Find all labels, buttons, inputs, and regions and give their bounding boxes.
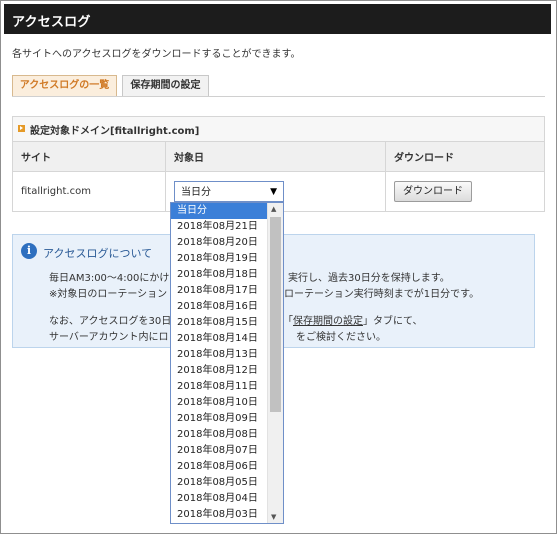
info-line-2-right: ローテーション実行時刻までが1日分です。 <box>284 289 480 300</box>
dropdown-option[interactable]: 2018年08月13日 <box>171 347 267 363</box>
date-select-value: 当日分 <box>181 187 211 198</box>
info-icon: i <box>21 243 37 259</box>
dropdown-option[interactable]: 2018年08月04日 <box>171 491 267 507</box>
dropdown-option[interactable]: 2018年08月16日 <box>171 299 267 315</box>
download-cell: ダウンロード <box>386 172 545 212</box>
info-heading: アクセスログについて <box>43 247 153 260</box>
arrow-bullet-icon <box>18 125 25 132</box>
column-header-site: サイト <box>13 142 166 172</box>
scroll-down-icon[interactable]: ▼ <box>271 513 276 521</box>
page-header: アクセスログ <box>4 4 551 34</box>
date-dropdown-list[interactable]: 当日分 2018年08月21日 2018年08月20日 2018年08月19日 2018… <box>170 202 284 524</box>
dropdown-option[interactable]: 当日分 <box>171 203 267 219</box>
download-button[interactable]: ダウンロード <box>394 181 472 202</box>
site-cell: fitallright.com <box>13 171 166 211</box>
page-title: アクセスログ <box>12 15 91 30</box>
info-line-4: サーバーアカウント内にロ <box>49 332 169 343</box>
scrollbar-thumb[interactable] <box>270 217 281 412</box>
retention-settings-link[interactable]: 保存期間の設定 <box>293 316 363 327</box>
dropdown-option[interactable]: 2018年08月03日 <box>171 507 267 523</box>
dropdown-option[interactable]: 2018年08月09日 <box>171 411 267 427</box>
dropdown-option[interactable]: 2018年08月06日 <box>171 459 267 475</box>
domain-panel: 設定対象ドメイン[fitallright.com] サイト 対象日 ダウンロード… <box>12 116 545 212</box>
dropdown-option[interactable]: 2018年08月19日 <box>171 251 267 267</box>
dropdown-option[interactable]: 2018年08月15日 <box>171 315 267 331</box>
page-description: 各サイトへのアクセスログをダウンロードすることができます。 <box>12 49 301 60</box>
info-line-3: なお、アクセスログを30日 <box>49 316 172 327</box>
panel-header: 設定対象ドメイン[fitallright.com] <box>13 117 544 142</box>
info-line-3-tail: 」タブにて、 <box>363 316 423 327</box>
info-line-1: 毎日AM3:00～4:00にかけ <box>49 269 169 284</box>
column-header-download: ダウンロード <box>385 142 544 172</box>
table-header-row: サイト 対象日 ダウンロード <box>13 142 544 172</box>
dropdown-option[interactable]: 2018年08月21日 <box>171 219 267 235</box>
dropdown-option[interactable]: 2018年08月05日 <box>171 475 267 491</box>
dropdown-options: 当日分 2018年08月21日 2018年08月20日 2018年08月19日 2018… <box>171 203 267 523</box>
dropdown-option[interactable]: 2018年08月07日 <box>171 443 267 459</box>
log-table: サイト 対象日 ダウンロード fitallright.com 当日分 ▼ ダウン… <box>13 142 544 211</box>
dropdown-arrow-icon: ▼ <box>270 187 277 197</box>
tab-access-log-list[interactable]: アクセスログの一覧 <box>12 75 117 96</box>
dropdown-option[interactable]: 2018年08月20日 <box>171 235 267 251</box>
tab-retention-settings[interactable]: 保存期間の設定 <box>122 75 209 96</box>
tab-divider <box>12 96 545 97</box>
info-line-3-right: 「保存期間の設定」タブにて、 <box>283 316 423 327</box>
dropdown-scrollbar[interactable]: ▲ ▼ <box>267 203 283 523</box>
date-select[interactable]: 当日分 ▼ <box>174 181 284 202</box>
panel-title: 設定対象ドメイン[fitallright.com] <box>30 126 200 137</box>
column-header-date: 対象日 <box>165 142 386 172</box>
info-line-4-right: をご検討ください。 <box>296 332 386 343</box>
dropdown-option[interactable]: 2018年08月14日 <box>171 331 267 347</box>
dropdown-option[interactable]: 2018年08月17日 <box>171 283 267 299</box>
dropdown-option[interactable]: 2018年08月11日 <box>171 379 267 395</box>
dropdown-option[interactable]: 2018年08月08日 <box>171 427 267 443</box>
info-line-1-left: 毎日AM3:00～4:00にかけ <box>49 273 170 284</box>
dropdown-option[interactable]: 2018年08月18日 <box>171 267 267 283</box>
info-line-1-right: 実行し、過去30日分を保持します。 <box>288 273 450 284</box>
dropdown-option[interactable]: 2018年08月10日 <box>171 395 267 411</box>
dropdown-option[interactable]: 2018年08月12日 <box>171 363 267 379</box>
scroll-up-icon[interactable]: ▲ <box>271 205 276 213</box>
info-line-2: ※対象日のローテーション <box>49 289 168 300</box>
